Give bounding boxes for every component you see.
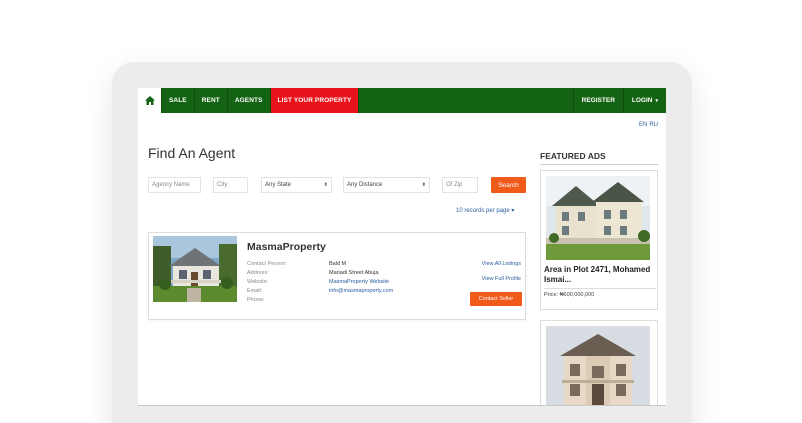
agent-house-photo[interactable] (153, 236, 237, 302)
contact-seller-button[interactable]: Contact Seller (470, 292, 522, 306)
nav-sale[interactable]: SALE (162, 88, 195, 113)
lang-en-link[interactable]: EN (639, 122, 647, 128)
featured-divider (540, 164, 658, 165)
featured-ad-price: Price: ₦600,000,000 (544, 292, 595, 298)
villa-image (546, 176, 650, 260)
featured-ad-divider (544, 288, 656, 289)
featured-ad-title[interactable]: Area in Plot 2471, Mohamed Ismai... (544, 265, 656, 285)
website-link[interactable]: MasmaProperty Website (329, 279, 389, 288)
featured-ad-card[interactable]: Area in Plot 2471, Mohamed Ismai... Pric… (540, 170, 658, 310)
nav-rent[interactable]: RENT (195, 88, 228, 113)
contact-person-row: Contact Person: Bald M (247, 261, 346, 270)
nav-agents[interactable]: AGENTS (228, 88, 271, 113)
agent-name[interactable]: MasmaProperty (247, 241, 326, 253)
nav-list-your-property[interactable]: LIST YOUR PROPERTY (270, 88, 360, 113)
language-switcher: EN RU (637, 122, 658, 128)
records-per-page-dropdown[interactable]: 10 records per page ▾ (456, 207, 514, 214)
browser-viewport: SALE RENT AGENTS LIST YOUR PROPERTY REGI… (138, 88, 666, 406)
contact-person-label: Contact Person: (247, 261, 287, 267)
featured-ad-card-2[interactable] (540, 320, 658, 405)
city-input[interactable]: City (213, 177, 248, 193)
nav-home-button[interactable] (138, 88, 162, 113)
state-select[interactable]: Any State ⬍ (261, 177, 332, 193)
search-button[interactable]: Search (491, 177, 526, 193)
distance-select-value: Any Distance (347, 182, 383, 188)
featured-ads-heading: FEATURED ADS (540, 151, 606, 161)
email-link[interactable]: info@masmaproperty.com (329, 288, 393, 297)
featured-ad-photo-2[interactable] (546, 326, 650, 405)
email-label: Email: (247, 288, 263, 294)
phone-label: Phone: (247, 297, 265, 303)
stage: SALE RENT AGENTS LIST YOUR PROPERTY REGI… (0, 0, 802, 423)
email-row: Email: info@masmaproperty.com (247, 288, 393, 297)
agent-result-card: MasmaProperty Contact Person: Bald M Add… (148, 232, 526, 320)
page-title: Find An Agent (148, 145, 236, 161)
home-icon (144, 96, 155, 105)
select-arrow-icon: ⬍ (421, 182, 426, 188)
main-navbar: SALE RENT AGENTS LIST YOUR PROPERTY REGI… (138, 88, 666, 113)
state-select-value: Any State (265, 182, 292, 188)
contact-person-value: Bald M (329, 261, 347, 267)
distance-select[interactable]: Any Distance ⬍ (343, 177, 430, 193)
mansion-image (546, 326, 650, 405)
agency-name-input[interactable]: Agency Name (148, 177, 201, 193)
phone-row: Phone: (247, 297, 329, 306)
featured-ad-photo[interactable] (546, 176, 650, 260)
select-arrow-icon: ⬍ (323, 182, 328, 188)
website-label: Website: (247, 279, 269, 285)
nav-login[interactable]: LOGIN ▾ (622, 88, 666, 113)
address-value: Mariadi Street Abuja (329, 270, 379, 276)
address-row: Address: Mariadi Street Abuja (247, 270, 379, 279)
nav-login-label: LOGIN (631, 97, 653, 104)
house-image (153, 236, 237, 302)
zip-input[interactable]: Of Zip (442, 177, 478, 193)
website-row: Website: MasmaProperty Website (247, 279, 389, 288)
nav-register[interactable]: REGISTER (572, 88, 623, 113)
lang-ru-link[interactable]: RU (649, 122, 658, 128)
view-full-profile-link[interactable]: View Full Profile (482, 276, 521, 282)
chevron-down-icon: ▾ (655, 97, 658, 104)
address-label: Address: (247, 270, 269, 276)
view-all-listings-link[interactable]: View All Listings (482, 261, 521, 267)
